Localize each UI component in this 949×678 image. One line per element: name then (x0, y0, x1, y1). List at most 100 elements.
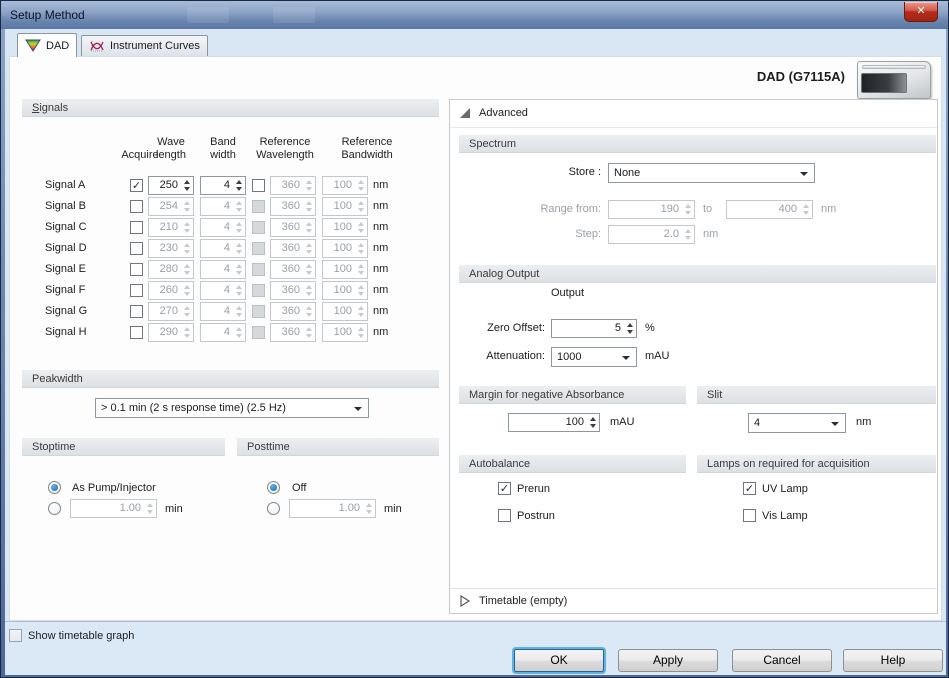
margin-section-header: Margin for negative Absorbance (459, 386, 686, 404)
margin-title: Margin for negative Absorbance (469, 389, 624, 401)
ref-wavelength-spinner: 360 (270, 239, 316, 258)
unit-label: nm (373, 284, 388, 296)
range-from-label: Range from: (463, 203, 601, 215)
ref-wavelength-spinner: 360 (270, 281, 316, 300)
spinner-arrows-icon (587, 414, 599, 431)
bandwidth-spinner: 4 (200, 218, 246, 237)
signal-row-e: Signal E 280 4 360 100 nm (22, 260, 439, 279)
vis-lamp-checkbox[interactable] (743, 509, 756, 522)
signal-label: Signal H (45, 326, 87, 338)
signal-label: Signal B (45, 200, 86, 212)
unit-label: nm (373, 242, 388, 254)
stoptime-spinner: 1.00 (70, 499, 157, 518)
spinner-arrows-icon (233, 240, 245, 257)
spectrum-section-header: Spectrum (459, 135, 936, 153)
bandwidth-spinner[interactable]: 4 (200, 176, 246, 195)
spinner-arrows-icon (181, 303, 193, 320)
acquire-checkbox[interactable] (130, 263, 143, 276)
zero-offset-unit: % (645, 322, 655, 334)
wavelength-spinner: 260 (148, 281, 194, 300)
spinner-arrows-icon (181, 324, 193, 341)
tab-instrument-curves[interactable]: Instrument Curves (81, 35, 208, 56)
spectrum-title: Spectrum (469, 138, 516, 150)
autobalance-title: Autobalance (469, 458, 530, 470)
spinner-arrows-icon (355, 177, 367, 194)
signal-row-a: Signal A ✓ 250 4 360 100 nm (22, 176, 439, 195)
detector-module-image (857, 61, 931, 99)
acquire-checkbox[interactable] (130, 326, 143, 339)
unit-label: nm (373, 179, 388, 191)
col-ref-bandwidth: Reference Bandwidth (322, 136, 412, 162)
acquire-checkbox[interactable] (130, 221, 143, 234)
ref-bandwidth-spinner: 100 (322, 260, 368, 279)
output-column-label: Output (551, 287, 584, 299)
apply-button[interactable]: Apply (618, 649, 718, 672)
help-button[interactable]: Help (843, 649, 943, 672)
wavelength-spinner[interactable]: 250 (148, 176, 194, 195)
close-button[interactable]: ✕ (904, 2, 938, 22)
advanced-panel: Advanced Spectrum Store : None Range fro… (449, 99, 938, 614)
slit-title: Slit (707, 389, 722, 401)
vis-lamp-label: Vis Lamp (762, 510, 808, 522)
slit-unit: nm (856, 416, 871, 428)
acquire-checkbox[interactable] (130, 305, 143, 318)
acquire-checkbox[interactable] (130, 242, 143, 255)
stoptime-as-pump-label: As Pump/Injector (72, 482, 156, 494)
spinner-arrows-icon (303, 219, 315, 236)
signal-label: Signal F (45, 284, 85, 296)
spinner-arrows-icon (233, 282, 245, 299)
reference-checkbox (252, 221, 265, 234)
signal-label: Signal E (45, 263, 86, 275)
posttime-off-radio[interactable] (267, 481, 280, 494)
acquire-checkbox[interactable] (130, 200, 143, 213)
show-timetable-graph-checkbox[interactable] (9, 629, 22, 642)
timetable-title: Timetable (empty) (479, 595, 567, 607)
signal-label: Signal A (45, 179, 85, 191)
stoptime-time-radio[interactable] (48, 502, 61, 515)
acquire-checkbox[interactable] (130, 284, 143, 297)
margin-spinner[interactable]: 100 (508, 413, 600, 432)
range-unit: nm (821, 203, 836, 215)
range-to-spinner: 400 (726, 200, 813, 219)
spinner-arrows-icon (181, 240, 193, 257)
attenuation-dropdown[interactable]: 1000 (551, 347, 637, 367)
stoptime-title: Stoptime (32, 441, 75, 453)
timetable-group-header[interactable]: Timetable (empty) (450, 588, 937, 614)
ok-button[interactable]: OK (514, 649, 604, 672)
advanced-group-header[interactable]: Advanced (450, 100, 937, 128)
ref-bandwidth-spinner: 100 (322, 239, 368, 258)
dialog-client-area: DAD Instrument Curves DAD (G7115A) Signa… (5, 29, 946, 675)
posttime-time-radio[interactable] (267, 502, 280, 515)
spinner-arrows-icon (355, 198, 367, 215)
cancel-button[interactable]: Cancel (732, 649, 832, 672)
postrun-checkbox[interactable] (498, 509, 511, 522)
spinner-arrows-icon (682, 201, 694, 218)
spinner-arrows-icon (355, 303, 367, 320)
prerun-checkbox[interactable]: ✓ (498, 482, 511, 495)
attenuation-unit: mAU (645, 350, 669, 362)
unit-label: nm (373, 305, 388, 317)
spinner-arrows-icon (303, 324, 315, 341)
slit-dropdown[interactable]: 4 (748, 413, 846, 433)
zero-offset-spinner[interactable]: 5 (551, 319, 637, 338)
prerun-label: Prerun (517, 483, 550, 495)
bandwidth-spinner: 4 (200, 281, 246, 300)
spinner-arrows-icon (181, 261, 193, 278)
tab-instrument-curves-label: Instrument Curves (110, 40, 200, 52)
ref-bandwidth-spinner: 100 (322, 323, 368, 342)
ref-bandwidth-spinner: 100 (322, 197, 368, 216)
setup-method-dialog: Setup Method ✕ DAD Instrument Curves (0, 0, 949, 678)
reference-checkbox[interactable] (252, 179, 265, 192)
stoptime-as-pump-radio[interactable] (48, 481, 61, 494)
tab-dad[interactable]: DAD (17, 33, 77, 57)
signal-row-f: Signal F 260 4 360 100 nm (22, 281, 439, 300)
peakwidth-dropdown[interactable]: > 0.1 min (2 s response time) (2.5 Hz) (95, 398, 369, 418)
range-from-spinner: 190 (608, 200, 695, 219)
store-dropdown[interactable]: None (608, 163, 815, 183)
dad-spectrum-icon (25, 39, 41, 52)
ref-wavelength-spinner: 360 (270, 260, 316, 279)
acquire-checkbox[interactable]: ✓ (130, 179, 143, 192)
uv-lamp-checkbox[interactable]: ✓ (743, 482, 756, 495)
bandwidth-spinner: 4 (200, 302, 246, 321)
ref-wavelength-spinner: 360 (270, 323, 316, 342)
